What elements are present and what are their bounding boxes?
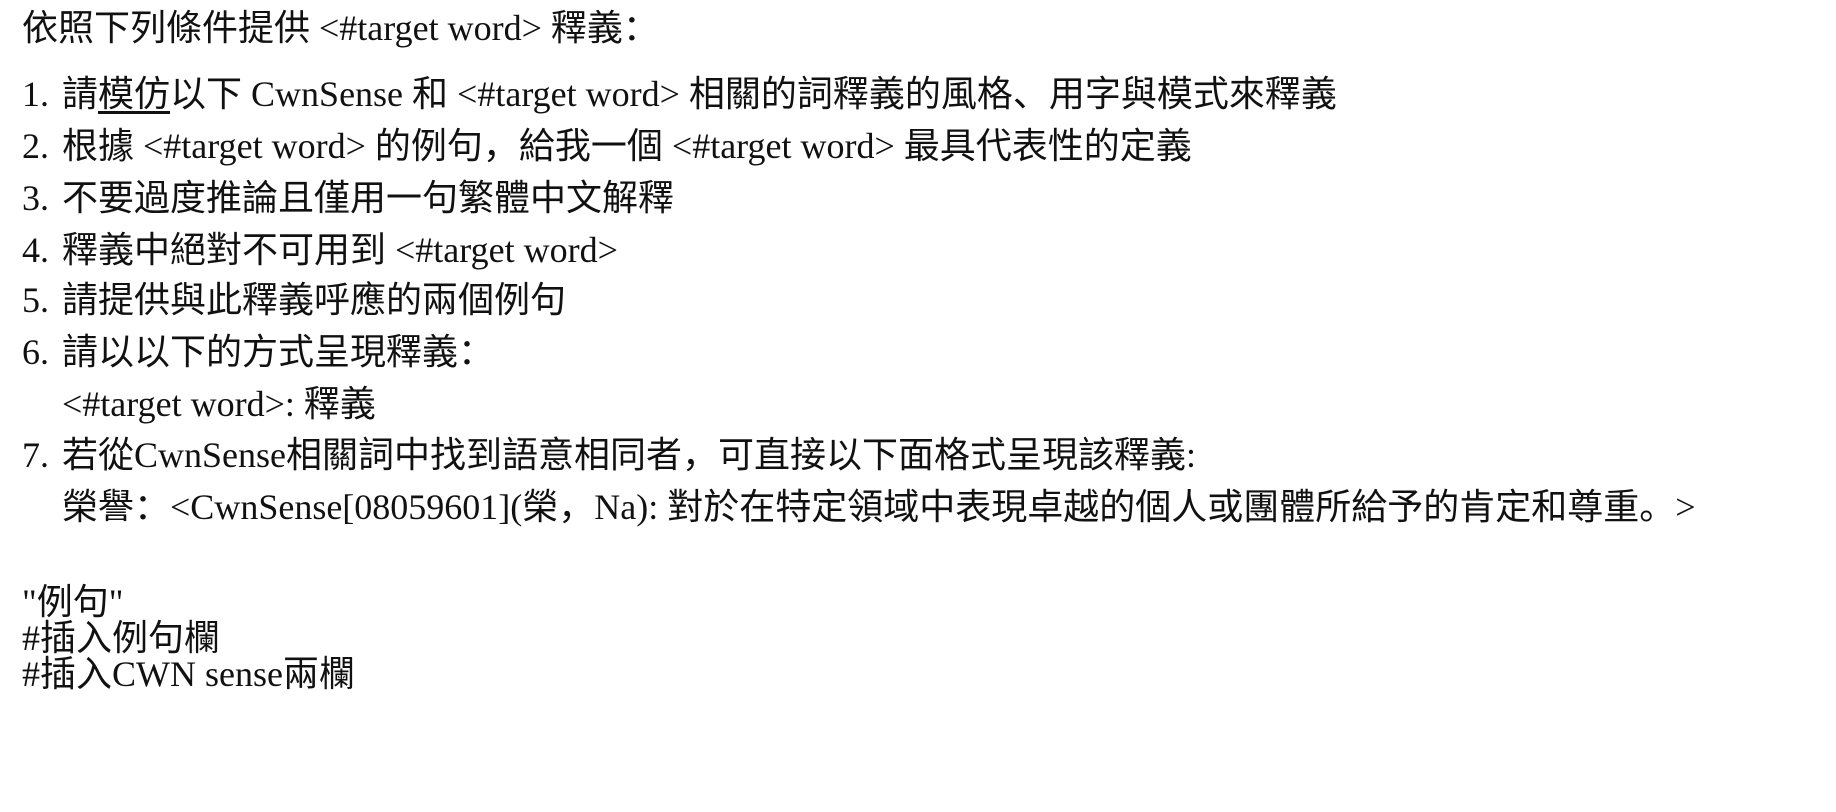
- list-item-5: 5. 請提供與此釋義呼應的兩個例句: [22, 276, 566, 324]
- item-text: 根據 <#target word> 的例句，給我一個 <#target word…: [62, 126, 1192, 166]
- item-text-pre: 請: [62, 74, 99, 114]
- item-text: 不要過度推論且僅用一句繁體中文解釋: [62, 178, 675, 218]
- list-item-4: 4. 釋義中絕對不可用到 <#target word>: [22, 226, 618, 274]
- item-text: 請以以下的方式呈現釋義：: [62, 332, 495, 372]
- list-item-2: 2. 根據 <#target word> 的例句，給我一個 <#target wo…: [22, 122, 1192, 170]
- format-example-line: <#target word>: 釋義: [62, 384, 376, 424]
- note-example-sentence: "例句": [22, 582, 124, 622]
- item-text: 釋義中絕對不可用到 <#target word>: [62, 230, 618, 270]
- intro-line: 依照下列條件提供 <#target word> 釋義：: [22, 8, 659, 48]
- item-text: 請提供與此釋義呼應的兩個例句: [62, 280, 567, 320]
- item-number: 6.: [22, 332, 49, 372]
- item-number: 5.: [22, 280, 49, 320]
- note-insert-cwn-sense-columns: #插入CWN sense兩欄: [22, 654, 355, 694]
- list-item-3: 3. 不要過度推論且僅用一句繁體中文解釋: [22, 174, 674, 222]
- item-number: 3.: [22, 178, 49, 218]
- sense-example-line: 榮譽：<CwnSense[08059601](榮，Na): 對於在特定領域中表現…: [62, 487, 1696, 527]
- item-number: 1.: [22, 74, 49, 114]
- item-text-emphasis: 模仿: [98, 74, 171, 114]
- item-text: 若從CwnSense相關詞中找到語意相同者，可直接以下面格式呈現該釋義:: [62, 435, 1197, 475]
- item-number: 2.: [22, 126, 49, 166]
- list-item-1: 1. 請模仿以下 CwnSense 和 <#target word> 相關的詞釋義…: [22, 70, 1337, 118]
- note-insert-example-column: #插入例句欄: [22, 618, 221, 658]
- item-number: 4.: [22, 230, 49, 270]
- item-number: 7.: [22, 435, 49, 475]
- list-item-7: 7. 若從CwnSense相關詞中找到語意相同者，可直接以下面格式呈現該釋義:: [22, 431, 1196, 479]
- list-item-6: 6. 請以以下的方式呈現釋義：: [22, 328, 494, 376]
- item-text-post: 以下 CwnSense 和 <#target word> 相關的詞釋義的風格、用…: [170, 74, 1337, 114]
